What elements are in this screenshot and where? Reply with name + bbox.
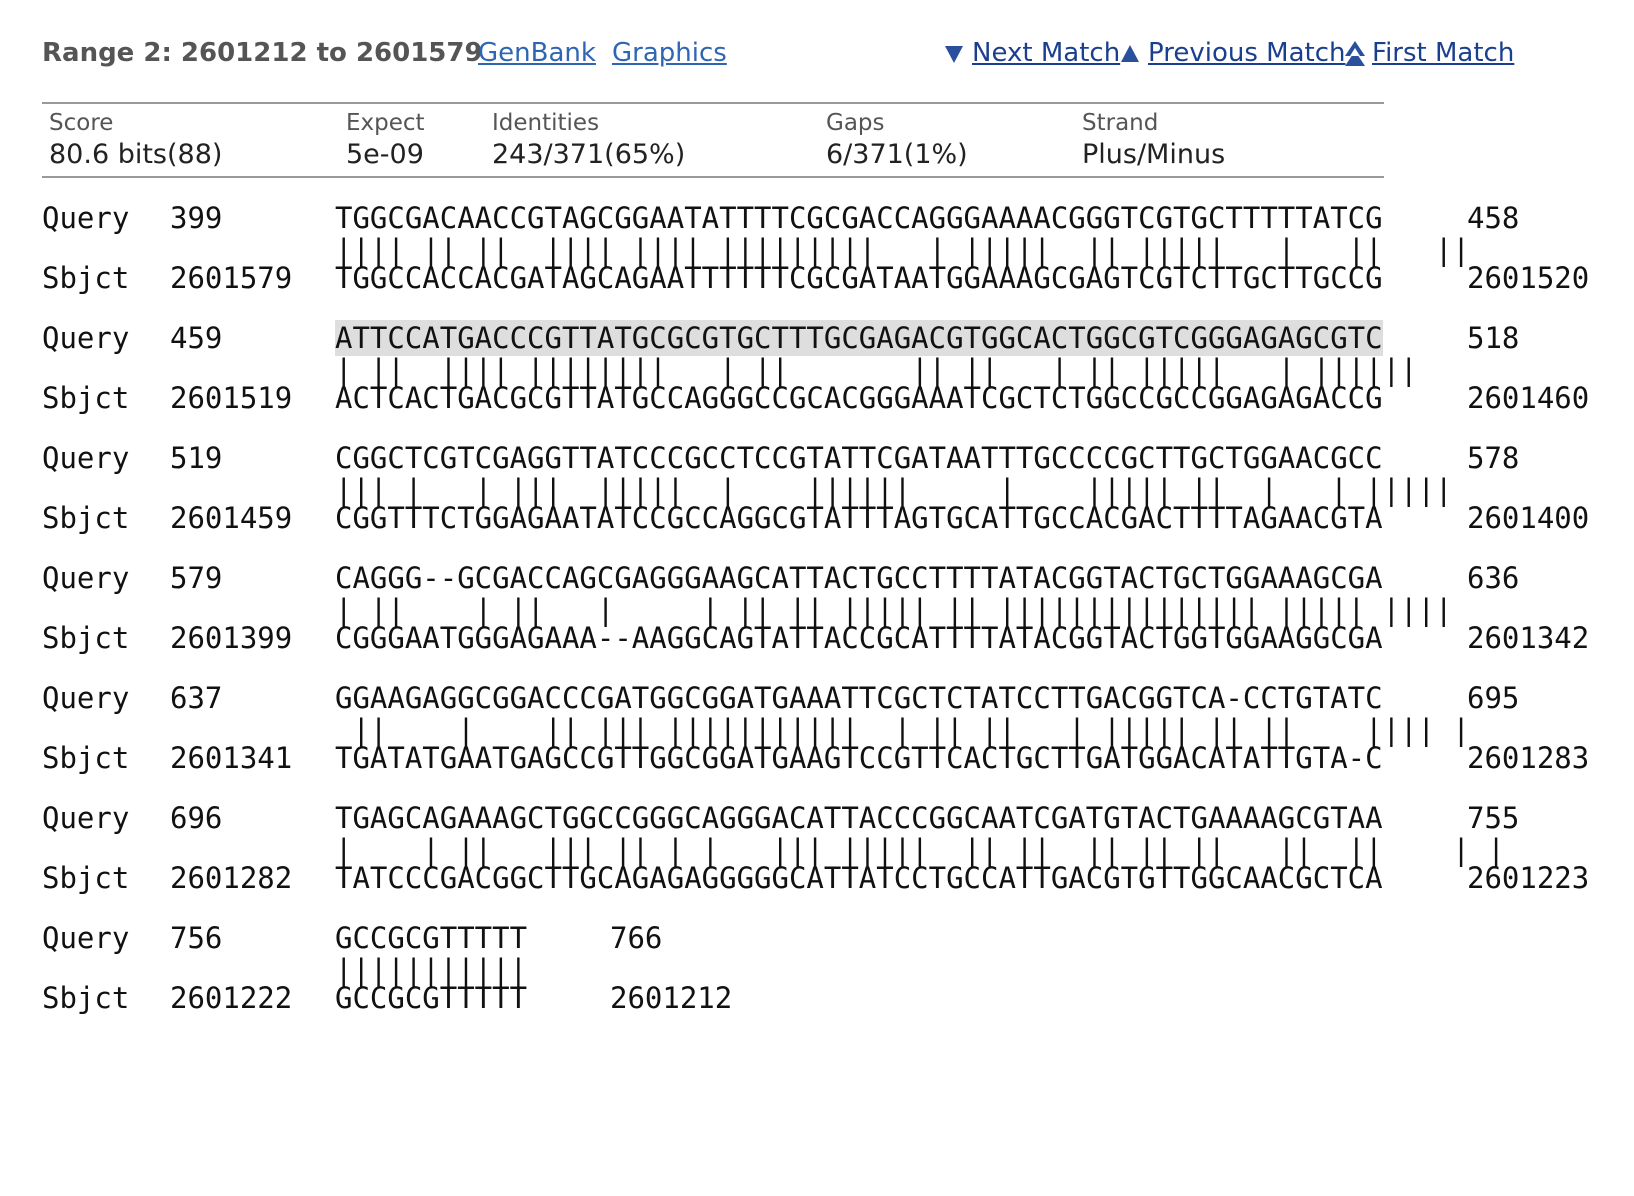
query-end: 766	[610, 921, 663, 955]
query-sequence: CAGGG--GCGACCAGCGAGGGAAGCATTACTGCCTTTTAT…	[335, 561, 1383, 595]
sbjct-end: 2601223	[1467, 861, 1590, 895]
query-label: Query	[42, 921, 130, 955]
range-title: Range 2: 2601212 to 2601579	[42, 38, 483, 68]
identities-label: Identities	[492, 110, 600, 136]
sbjct-sequence: GCCGCGTTTTT	[335, 981, 528, 1015]
query-label: Query	[42, 801, 130, 835]
sbjct-start: 2601519	[170, 381, 293, 415]
strand-label: Strand	[1082, 110, 1159, 136]
sbjct-sequence: CGGTTTCTGGAGAATATCCGCCAGGCGTATTTAGTGCATT…	[335, 501, 1383, 535]
range-header: Range 2: 2601212 to 2601579 GenBank Grap…	[42, 34, 1602, 74]
query-row: Query 399 TGGCGACAACCGTAGCGGAATATTTTCGCG…	[42, 200, 1519, 236]
expect-value: 5e-09	[346, 139, 424, 170]
sbjct-row: Sbjct 2601282 TATCCCGACGGCTTGCAGAGAGGGGG…	[42, 860, 1589, 896]
query-sequence: CGGCTCGTCGAGGTTATCCCGCCTCCGTATTCGATAATTT…	[335, 441, 1383, 475]
query-start: 399	[170, 201, 223, 235]
sbjct-end: 2601400	[1467, 501, 1590, 535]
expect-stat: Expect 5e-09	[346, 108, 425, 172]
previous-match-icon[interactable]	[1120, 44, 1140, 68]
gaps-stat: Gaps 6/371(1%)	[826, 108, 968, 172]
sbjct-start: 2601222	[170, 981, 293, 1015]
query-row: Query 459 ATTCCATGACCCGTTATGCGCGTGCTTTGC…	[42, 320, 1519, 356]
sbjct-end: 2601212	[610, 981, 733, 1015]
query-start: 696	[170, 801, 223, 835]
query-start: 637	[170, 681, 223, 715]
query-end: 636	[1467, 561, 1520, 595]
sbjct-end: 2601283	[1467, 741, 1590, 775]
query-end: 578	[1467, 441, 1520, 475]
query-row: Query 637 GGAAGAGGCGGACCCGATGGCGGATGAAAT…	[42, 680, 1519, 716]
identities-value: 243/371(65%)	[492, 139, 686, 170]
query-label: Query	[42, 441, 130, 475]
first-match-link[interactable]: First Match	[1372, 38, 1514, 68]
next-match-link[interactable]: Next Match	[972, 38, 1120, 68]
query-end: 518	[1467, 321, 1520, 355]
sbjct-label: Sbjct	[42, 741, 130, 775]
sbjct-label: Sbjct	[42, 261, 130, 295]
query-end: 755	[1467, 801, 1520, 835]
sbjct-end: 2601460	[1467, 381, 1590, 415]
query-end: 458	[1467, 201, 1520, 235]
sbjct-row: Sbjct 2601579 TGGCCACCACGATAGCAGAATTTTTT…	[42, 260, 1589, 296]
query-end: 695	[1467, 681, 1520, 715]
query-sequence: GGAAGAGGCGGACCCGATGGCGGATGAAATTCGCTCTATC…	[335, 681, 1383, 715]
sbjct-label: Sbjct	[42, 861, 130, 895]
sbjct-start: 2601282	[170, 861, 293, 895]
sbjct-start: 2601579	[170, 261, 293, 295]
query-sequence: TGAGCAGAAAGCTGGCCGGGCAGGGACATTACCCGGCAAT…	[335, 801, 1383, 835]
alignment-stats: Score 80.6 bits(88) Expect 5e-09 Identit…	[42, 102, 1384, 178]
gaps-label: Gaps	[826, 110, 885, 136]
sbjct-sequence: TGATATGAATGAGCCGTTGGCGGATGAAGTCCGTTCACTG…	[335, 741, 1383, 775]
sbjct-start: 2601399	[170, 621, 293, 655]
query-row: Query 519 CGGCTCGTCGAGGTTATCCCGCCTCCGTAT…	[42, 440, 1519, 476]
sbjct-end: 2601520	[1467, 261, 1590, 295]
score-stat: Score 80.6 bits(88)	[49, 108, 222, 172]
query-label: Query	[42, 681, 130, 715]
sbjct-label: Sbjct	[42, 621, 130, 655]
query-start: 519	[170, 441, 223, 475]
gaps-value: 6/371(1%)	[826, 139, 968, 170]
score-value: 80.6 bits(88)	[49, 139, 223, 170]
sbjct-start: 2601341	[170, 741, 293, 775]
expect-label: Expect	[346, 110, 425, 136]
sbjct-row: Sbjct 2601399 CGGGAATGGGAGAAA--AAGGCAGTA…	[42, 620, 1589, 656]
sbjct-label: Sbjct	[42, 501, 130, 535]
sbjct-row: Sbjct 2601519 ACTCACTGACGCGTTATGCCAGGGCC…	[42, 380, 1589, 416]
score-label: Score	[49, 110, 114, 136]
query-row: Query 756 GCCGCGTTTTT 766	[42, 920, 662, 956]
sbjct-sequence: ACTCACTGACGCGTTATGCCAGGGCCGCACGGGAAATCGC…	[335, 381, 1383, 415]
query-row: Query 579 CAGGG--GCGACCAGCGAGGGAAGCATTAC…	[42, 560, 1519, 596]
query-label: Query	[42, 321, 130, 355]
sbjct-row: Sbjct 2601341 TGATATGAATGAGCCGTTGGCGGATG…	[42, 740, 1589, 776]
sbjct-end: 2601342	[1467, 621, 1590, 655]
query-sequence: GCCGCGTTTTT	[335, 921, 528, 955]
sbjct-sequence: TATCCCGACGGCTTGCAGAGAGGGGGCATTATCCTGCCAT…	[335, 861, 1383, 895]
first-match-icon[interactable]	[1344, 40, 1366, 72]
query-sequence: TGGCGACAACCGTAGCGGAATATTTTCGCGACCAGGGAAA…	[335, 201, 1383, 235]
sbjct-start: 2601459	[170, 501, 293, 535]
graphics-link[interactable]: Graphics	[612, 38, 727, 68]
query-sequence-highlighted: ATTCCATGACCCGTTATGCGCGTGCTTTGCGAGACGTGGC…	[335, 320, 1383, 356]
query-start: 459	[170, 321, 223, 355]
sbjct-label: Sbjct	[42, 981, 130, 1015]
next-match-icon[interactable]	[944, 44, 964, 68]
strand-stat: Strand Plus/Minus	[1082, 108, 1225, 172]
genbank-link[interactable]: GenBank	[478, 38, 596, 68]
query-start: 579	[170, 561, 223, 595]
identities-stat: Identities 243/371(65%)	[492, 108, 685, 172]
sbjct-sequence: TGGCCACCACGATAGCAGAATTTTTTCGCGATAATGGAAA…	[335, 261, 1383, 295]
sbjct-row: Sbjct 2601459 CGGTTTCTGGAGAATATCCGCCAGGC…	[42, 500, 1589, 536]
query-start: 756	[170, 921, 223, 955]
query-label: Query	[42, 201, 130, 235]
previous-match-link[interactable]: Previous Match	[1148, 38, 1345, 68]
sbjct-sequence: CGGGAATGGGAGAAA--AAGGCAGTATTACCGCATTTTAT…	[335, 621, 1383, 655]
query-row: Query 696 TGAGCAGAAAGCTGGCCGGGCAGGGACATT…	[42, 800, 1519, 836]
sbjct-row: Sbjct 2601222 GCCGCGTTTTT 2601212	[42, 980, 732, 1016]
query-label: Query	[42, 561, 130, 595]
strand-value: Plus/Minus	[1082, 139, 1226, 170]
sbjct-label: Sbjct	[42, 381, 130, 415]
